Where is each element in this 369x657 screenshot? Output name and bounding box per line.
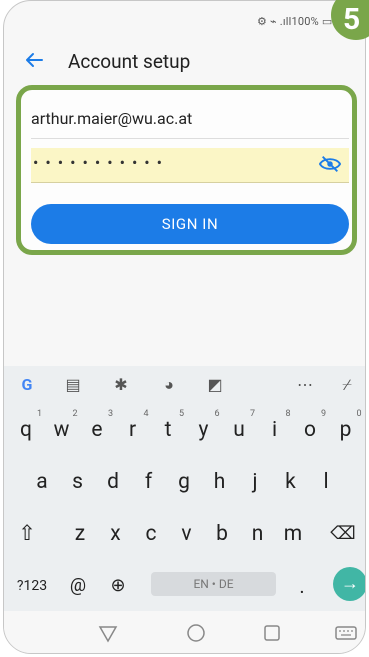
key-f[interactable]: f — [133, 462, 165, 502]
key-hint-3: 3 — [107, 409, 113, 419]
key-hint-5: 5 — [178, 409, 184, 419]
keyboard-row-2: asdfghjkl — [4, 462, 365, 502]
key-hint-0: 0 — [356, 409, 362, 419]
symbols-key[interactable]: ?123 — [12, 566, 52, 606]
sign-in-button[interactable]: SIGN IN — [31, 204, 349, 244]
email-field[interactable]: arthur.maier@wu.ac.at — [31, 100, 349, 139]
system-nav-bar — [4, 611, 365, 653]
toggle-password-visibility-icon[interactable] — [319, 155, 341, 173]
mic-off-icon[interactable]: ⌿ — [336, 374, 358, 396]
globe-language-icon[interactable]: ⊕ — [102, 566, 134, 606]
keyboard-row-1: q1w2e3r4t5y6u7i8o9p0 — [4, 409, 365, 450]
nav-home-icon[interactable] — [184, 621, 208, 645]
google-icon[interactable]: G — [16, 374, 38, 396]
key-v[interactable]: v — [171, 514, 203, 554]
key-hint-2: 2 — [72, 409, 78, 419]
status-bar: ⚙ ⌁ .ıll100% ▭ 3:4 — [4, 1, 365, 39]
key-y[interactable]: y6 — [188, 409, 220, 450]
key-w[interactable]: w2 — [46, 409, 78, 450]
key-a[interactable]: a — [26, 462, 58, 502]
app-bar: Account setup — [4, 39, 365, 87]
keyboard-switch-icon[interactable] — [334, 621, 358, 645]
backspace-key-icon[interactable]: ⌫ — [327, 514, 359, 554]
key-r[interactable]: r4 — [117, 409, 149, 450]
page-title: Account setup — [68, 50, 191, 73]
key-c[interactable]: c — [135, 514, 167, 554]
key-j[interactable]: j — [239, 462, 271, 502]
one-handed-mode-icon[interactable]: ◩ — [204, 374, 226, 396]
key-q[interactable]: q1 — [10, 409, 42, 450]
password-mask: • • • • • • • • • • • — [33, 153, 164, 172]
key-s[interactable]: s — [62, 462, 94, 502]
key-hint-8: 8 — [285, 409, 291, 419]
key-i[interactable]: i8 — [259, 409, 291, 450]
enter-key-icon[interactable]: → — [333, 567, 365, 601]
key-hint-4: 4 — [143, 409, 149, 419]
keyboard-toolbar: G ▤ ✱ ◕ ◩ ⋯ ⌿ — [4, 366, 365, 404]
key-n[interactable]: n — [242, 514, 274, 554]
shift-key-icon[interactable]: ⇧ — [11, 514, 43, 554]
keyboard: G ▤ ✱ ◕ ◩ ⋯ ⌿ q1w2e3r4t5y6u7i8o9p0 asdfg… — [4, 366, 365, 611]
period-key[interactable]: . — [286, 566, 318, 606]
nav-recents-icon[interactable] — [260, 621, 284, 645]
keyboard-row-3: ⇧ ⌫ zxcvbnm — [4, 514, 365, 554]
phone-frame: ⚙ ⌁ .ıll100% ▭ 3:4 Account setup arthur.… — [3, 0, 366, 654]
space-bar[interactable]: EN • DE — [151, 572, 276, 596]
key-hint-6: 6 — [214, 409, 220, 419]
key-t[interactable]: t5 — [152, 409, 184, 450]
key-hint-9: 9 — [320, 409, 326, 419]
key-hint-7: 7 — [249, 409, 255, 419]
key-e[interactable]: e3 — [81, 409, 113, 450]
key-d[interactable]: d — [97, 462, 129, 502]
key-hint-1: 1 — [36, 409, 42, 419]
key-o[interactable]: o9 — [294, 409, 326, 450]
login-form-highlight: arthur.maier@wu.ac.at • • • • • • • • • … — [16, 85, 357, 255]
key-p[interactable]: p0 — [330, 409, 362, 450]
back-arrow-icon[interactable] — [22, 48, 46, 72]
key-k[interactable]: k — [275, 462, 307, 502]
key-b[interactable]: b — [206, 514, 238, 554]
key-u[interactable]: u7 — [223, 409, 255, 450]
nav-back-icon[interactable] — [96, 621, 120, 645]
password-field[interactable]: • • • • • • • • • • • — [31, 148, 349, 183]
key-m[interactable]: m — [277, 514, 309, 554]
clipboard-icon[interactable]: ▤ — [62, 374, 84, 396]
more-icon[interactable]: ⋯ — [294, 374, 316, 396]
key-x[interactable]: x — [100, 514, 132, 554]
key-g[interactable]: g — [168, 462, 200, 502]
at-key[interactable]: @ — [62, 566, 94, 606]
keyboard-row-4: ?123 @ ⊕ EN • DE . → — [4, 566, 365, 606]
key-z[interactable]: z — [64, 514, 96, 554]
settings-gear-icon[interactable]: ✱ — [110, 374, 132, 396]
key-h[interactable]: h — [204, 462, 236, 502]
key-l[interactable]: l — [310, 462, 342, 502]
palette-icon[interactable]: ◕ — [158, 374, 180, 396]
